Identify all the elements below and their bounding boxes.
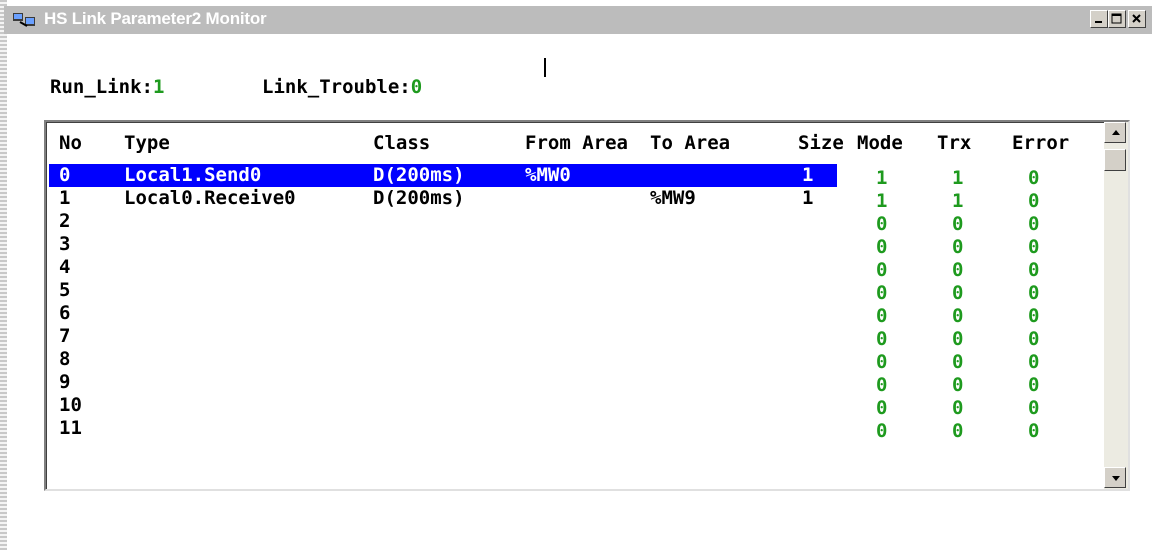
table-row[interactable]: 10 0 0 0 [47,394,1103,419]
header-trx: Trx [937,132,972,154]
run-link-value: 1 [152,76,165,98]
maximize-icon [1111,13,1122,24]
table-row[interactable]: 3000 [47,233,1103,258]
text-cursor [544,58,546,77]
link-trouble-value: 0 [410,76,423,98]
table-row[interactable]: 5000 [47,279,1103,304]
table-row[interactable]: 8000 [47,348,1103,373]
window-left-border [0,0,7,550]
cell-class: D(200ms) [373,187,465,209]
cell-no: 2 [59,210,71,232]
cell-type: Local0.Receive0 [124,187,296,209]
table-row[interactable]: 4000 [47,256,1103,281]
run-link-status: Run_Link:1 [50,76,164,98]
scroll-down-button[interactable] [1104,467,1126,488]
link-trouble-status: Link_Trouble:0 [262,76,422,98]
arrow-down-icon [1112,476,1120,481]
cell-no: 8 [59,348,71,370]
table-row[interactable]: 7000 [47,325,1103,350]
link-trouble-label: Link_Trouble: [262,76,411,98]
header-error: Error [1012,132,1070,154]
arrow-up-icon [1112,130,1120,135]
table-row[interactable]: 1 Local0.Receive0 D(200ms) %MW9 1 1 1 0 [47,187,1103,212]
cell-no: 6 [59,302,71,324]
table-row[interactable]: 0 Local1.Send0 D(200ms) %MW0 1 1 1 0 [47,164,1103,189]
header-to-area: To Area [650,132,731,154]
table-row[interactable]: 9000 [47,371,1103,396]
app-icon [12,11,38,29]
minimize-icon [1095,21,1102,23]
scroll-up-button[interactable] [1104,122,1126,143]
table-row[interactable]: 11 0 0 0 [47,417,1103,442]
window-title: HS Link Parameter2 Monitor [44,9,267,28]
cell-size: 1 [802,164,814,186]
close-icon [1132,14,1141,23]
run-link-label: Run_Link: [50,76,153,98]
monitor-window: HS Link Parameter2 Monitor Run_Link:1 Li… [0,0,1158,550]
vertical-scrollbar[interactable] [1104,122,1128,489]
cell-no: 9 [59,371,71,393]
minimize-button[interactable] [1090,10,1108,28]
cell-class: D(200ms) [373,164,465,186]
cell-no: 3 [59,233,71,255]
close-button[interactable] [1128,10,1146,28]
cell-size: 1 [802,187,814,209]
cell-no: 4 [59,256,71,278]
header-size: Size [798,132,844,154]
header-no: No [59,132,82,154]
cell-trx: 0 [952,420,964,442]
cell-no: 11 [59,417,82,439]
header-from-area: From Area [525,132,628,154]
header-mode: Mode [857,132,903,154]
cell-to-area: %MW9 [650,187,696,209]
table-row[interactable]: 6000 [47,302,1103,327]
header-type: Type [124,132,170,154]
cell-no: 5 [59,279,71,301]
link-table-panel: No Type Class From Area To Area Size Mod… [44,120,1130,491]
cell-no: 10 [59,394,82,416]
cell-from-area: %MW0 [525,164,571,186]
cell-type: Local1.Send0 [124,164,262,186]
scroll-thumb[interactable] [1104,149,1126,171]
table-row[interactable]: 2000 [47,210,1103,235]
title-bar[interactable]: HS Link Parameter2 Monitor [4,6,1152,34]
link-table[interactable]: No Type Class From Area To Area Size Mod… [46,122,1104,489]
cell-mode: 0 [876,420,888,442]
cell-error: 0 [1028,420,1040,442]
maximize-button[interactable] [1108,10,1126,28]
cell-no: 7 [59,325,71,347]
header-class: Class [373,132,431,154]
cell-no: 0 [59,164,71,186]
cell-no: 1 [59,187,71,209]
